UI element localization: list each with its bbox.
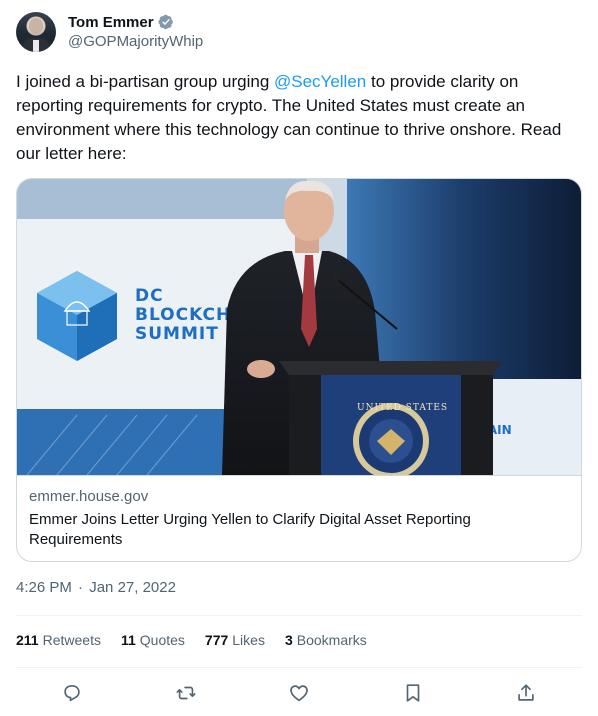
- like-icon: [290, 685, 308, 702]
- stat-count: 211: [16, 632, 39, 648]
- verified-badge-icon: [158, 14, 174, 30]
- card-meta[interactable]: emmer.house.gov Emmer Joins Letter Urgin…: [17, 475, 581, 561]
- handle[interactable]: @GOPMajorityWhip: [68, 33, 203, 50]
- reply-button[interactable]: [16, 680, 128, 706]
- display-name[interactable]: Tom Emmer: [68, 14, 154, 31]
- retweet-icon: [175, 686, 196, 700]
- stat-bookmarks[interactable]: 3 Bookmarks: [285, 632, 367, 648]
- speaker-figure: [222, 180, 503, 475]
- bookmark-icon: [406, 684, 419, 702]
- card-title: Emmer Joins Letter Urging Yellen to Clar…: [29, 511, 471, 548]
- seal-text: UNITED STATES: [357, 403, 449, 413]
- divider: [16, 667, 582, 668]
- card-image[interactable]: DC BLOCKCH SUMMIT CHAIN IT: [17, 179, 581, 475]
- mention-link[interactable]: @SecYellen: [274, 72, 366, 91]
- avatar[interactable]: [16, 12, 56, 52]
- tweet-text-part: I joined a bi-partisan group urging: [16, 72, 274, 91]
- stat-label: Quotes: [139, 632, 185, 648]
- stat-retweets[interactable]: 211 Retweets: [16, 632, 101, 648]
- stat-count: 777: [204, 632, 229, 648]
- action-bar: [16, 680, 582, 706]
- stat-label: Likes: [232, 632, 265, 648]
- name-row: Tom Emmer: [68, 12, 174, 32]
- timestamp-separator: ·: [78, 579, 84, 596]
- tweet-text: I joined a bi-partisan group urging @Sec…: [16, 70, 582, 166]
- stat-label: Bookmarks: [296, 632, 367, 648]
- share-icon: [518, 684, 534, 701]
- stat-count: 11: [120, 632, 136, 648]
- link-card[interactable]: DC BLOCKCH SUMMIT CHAIN IT: [16, 178, 582, 562]
- avatar-face: [29, 18, 43, 35]
- stat-quotes[interactable]: 11 Quotes: [121, 632, 185, 648]
- tweet-date: Jan 27, 2022: [89, 579, 176, 596]
- retweet-button[interactable]: [130, 680, 242, 706]
- avatar-collar: [33, 40, 39, 52]
- stat-label: Retweets: [42, 632, 101, 648]
- timestamp[interactable]: 4:26 PM · Jan 27, 2022: [16, 579, 176, 596]
- engagement-stats: 211 Retweets 11 Quotes 777 Likes 3 Bookm…: [16, 632, 387, 648]
- divider: [16, 615, 582, 616]
- like-button[interactable]: [243, 680, 355, 706]
- reply-icon: [64, 685, 80, 702]
- share-button[interactable]: [470, 680, 582, 706]
- stat-likes[interactable]: 777 Likes: [205, 632, 265, 648]
- stat-count: 3: [284, 632, 293, 648]
- tweet-time: 4:26 PM: [16, 579, 72, 596]
- tweet-header: Tom Emmer @GOPMajorityWhip: [16, 12, 582, 54]
- bookmark-button[interactable]: [357, 680, 469, 706]
- card-domain: emmer.house.gov: [29, 488, 149, 505]
